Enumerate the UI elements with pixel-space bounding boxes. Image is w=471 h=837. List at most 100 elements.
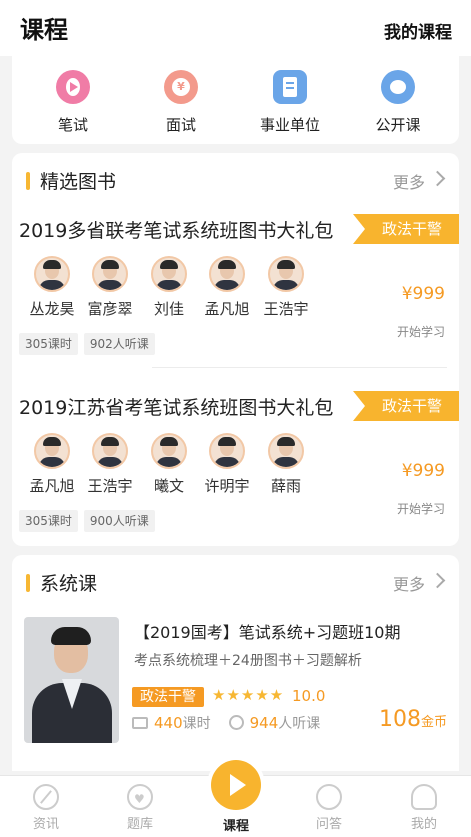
teacher[interactable]: 刘佳 xyxy=(139,256,199,319)
teacher-name: 孟凡旭 xyxy=(29,477,75,495)
category-open-course[interactable]: 公开课 xyxy=(358,70,438,135)
price-number: 108 xyxy=(378,707,421,732)
section-title: 系统课 xyxy=(40,573,98,595)
price: ¥999 xyxy=(401,461,445,481)
price-unit: 金币 xyxy=(420,715,447,730)
chevron-right-icon[interactable] xyxy=(429,572,446,589)
teacher-name: 许明宇 xyxy=(204,477,250,495)
listeners-count: 944 xyxy=(249,714,279,732)
tab-label: 问答 xyxy=(315,817,342,832)
section-accent-bar xyxy=(26,172,30,190)
hours-chip: 305课时 xyxy=(19,333,78,355)
category-tag: 政法干警 xyxy=(353,391,459,421)
category-label: 公开课 xyxy=(375,116,421,134)
section-header: 系统课 更多 xyxy=(12,569,459,597)
teacher-name: 薛雨 xyxy=(270,477,301,495)
category-interview[interactable]: ¥ 面试 xyxy=(141,70,221,135)
teacher-name: 曦文 xyxy=(153,477,184,495)
avatar xyxy=(209,256,245,292)
course-card[interactable]: 【2019国考】笔试系统+习题班10期 考点系统梳理＋24册图书＋习题解析 政法… xyxy=(12,615,459,755)
tab-mine[interactable]: 我的 xyxy=(384,776,464,832)
course-meta: 440课时 944人听课 xyxy=(132,713,320,733)
teacher-name: 刘佳 xyxy=(153,300,184,318)
category-label: 面试 xyxy=(165,116,196,134)
user-icon xyxy=(411,784,437,810)
section-title: 精选图书 xyxy=(40,171,117,193)
course-subtitle: 考点系统梳理＋24册图书＋习题解析 xyxy=(134,653,362,669)
stats-chips: 305课时 902人听课 xyxy=(19,333,161,355)
book-package-card[interactable]: 2019多省联考笔试系统班图书大礼包 政法干警 丛龙昊 富彦翠 刘佳 孟凡旭 王… xyxy=(12,214,459,386)
teacher-name: 王浩宇 xyxy=(263,300,309,318)
book-package-card[interactable]: 2019江苏省考笔试系统班图书大礼包 政法干警 孟凡旭 王浩宇 曦文 许明宇 薛… xyxy=(12,391,459,546)
avatar xyxy=(92,433,128,469)
listeners-unit: 人听课 xyxy=(278,716,321,732)
tab-news[interactable]: 资讯 xyxy=(6,776,86,832)
teacher[interactable]: 薛雨 xyxy=(256,433,316,496)
my-courses-link[interactable]: 我的课程 xyxy=(384,18,452,43)
tab-qa[interactable]: 问答 xyxy=(289,776,369,832)
play-icon[interactable] xyxy=(211,760,261,810)
category-label: 笔试 xyxy=(57,116,88,134)
tab-label: 资讯 xyxy=(32,817,59,832)
course-title: 【2019国考】笔试系统+习题班10期 xyxy=(134,623,401,642)
start-learning-link[interactable]: 开始学习 xyxy=(397,323,445,340)
page-title: 课程 xyxy=(20,16,68,44)
category-tag: 政法干警 xyxy=(353,214,459,244)
rating-value: 10.0 xyxy=(292,687,326,705)
featured-books-section: 精选图书 更多 2019多省联考笔试系统班图书大礼包 政法干警 丛龙昊 富彦翠 … xyxy=(12,153,459,546)
rating-stars: ★★★★★ xyxy=(212,686,285,704)
teacher[interactable]: 王浩宇 xyxy=(80,433,140,496)
divider xyxy=(152,367,447,368)
teacher[interactable]: 许明宇 xyxy=(197,433,257,496)
category-card: 笔试 ¥ 面试 事业单位 公开课 xyxy=(12,56,459,144)
teacher[interactable]: 孟凡旭 xyxy=(197,256,257,319)
category-public-institution[interactable]: 事业单位 xyxy=(250,70,330,135)
building-icon xyxy=(273,70,307,104)
tab-label: 课程 xyxy=(222,819,249,834)
course-price: 108金币 xyxy=(379,707,447,732)
chevron-right-icon[interactable] xyxy=(429,170,446,187)
tab-label: 我的 xyxy=(410,817,437,832)
package-title: 2019江苏省考笔试系统班图书大礼包 xyxy=(19,397,334,419)
more-link[interactable]: 更多 xyxy=(393,571,425,595)
hours-count: 440 xyxy=(154,714,183,732)
compass-icon xyxy=(33,784,59,810)
avatar xyxy=(151,256,187,292)
stats-chips: 305课时 900人听课 xyxy=(19,510,161,532)
section-header: 精选图书 更多 xyxy=(12,167,459,195)
tab-label: 题库 xyxy=(126,817,153,832)
category-tag: 政法干警 xyxy=(132,687,204,707)
course-thumbnail xyxy=(24,617,119,743)
avatar xyxy=(34,256,70,292)
teacher-list: 孟凡旭 王浩宇 曦文 许明宇 薛雨 xyxy=(22,433,342,503)
teacher[interactable]: 孟凡旭 xyxy=(22,433,82,496)
teacher[interactable]: 王浩宇 xyxy=(256,256,316,319)
top-header: 课程 我的课程 xyxy=(0,0,471,56)
more-link[interactable]: 更多 xyxy=(393,169,425,193)
system-course-section: 系统课 更多 【2019国考】笔试系统+习题班10期 考点系统梳理＋24册图书＋… xyxy=(12,555,459,771)
hours-chip: 305课时 xyxy=(19,510,78,532)
yen-circle-icon: ¥ xyxy=(164,70,198,104)
hours-unit: 课时 xyxy=(182,716,211,732)
tab-question-bank[interactable]: ♥ 题库 xyxy=(100,776,180,832)
listeners-chip: 902人听课 xyxy=(83,333,155,355)
listeners-chip: 900人听课 xyxy=(83,510,155,532)
play-circle-icon xyxy=(56,70,90,104)
listener-icon xyxy=(228,715,244,730)
teacher-name: 孟凡旭 xyxy=(204,300,250,318)
category-label: 事业单位 xyxy=(259,116,320,134)
chat-icon xyxy=(316,784,342,810)
teacher[interactable]: 曦文 xyxy=(139,433,199,496)
bubble-icon xyxy=(381,70,415,104)
avatar xyxy=(268,433,304,469)
teacher[interactable]: 富彦翠 xyxy=(80,256,140,319)
category-written-exam[interactable]: 笔试 xyxy=(33,70,113,135)
teacher-name: 丛龙昊 xyxy=(29,300,75,318)
teacher[interactable]: 丛龙昊 xyxy=(22,256,82,319)
heart-icon: ♥ xyxy=(127,784,153,810)
teacher-name: 富彦翠 xyxy=(87,300,133,318)
start-learning-link[interactable]: 开始学习 xyxy=(397,500,445,517)
section-accent-bar xyxy=(26,574,30,592)
avatar xyxy=(34,433,70,469)
price: ¥999 xyxy=(401,284,445,304)
